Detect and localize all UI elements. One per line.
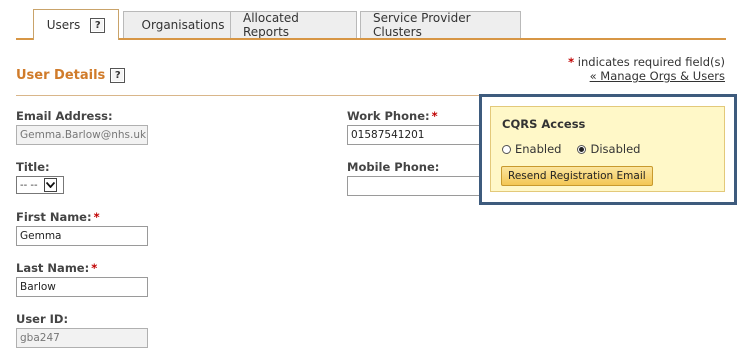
last-name-field[interactable]: Barlow [16,277,148,297]
title-select[interactable]: -- -- [16,176,64,194]
user-id-label-text: User ID: [16,312,69,326]
email-label: Email Address: [16,109,113,123]
required-star: * [93,210,100,224]
disabled-radio-label[interactable]: Disabled [590,142,640,156]
cqrs-highlight-box: CQRS Access Enabled Disabled Resend Regi… [479,94,737,205]
section-title-text: User Details [16,68,106,83]
tab-service-provider-clusters[interactable]: Service Provider Clusters [360,11,521,39]
enabled-radio-label[interactable]: Enabled [515,142,561,156]
tab-allocated-reports[interactable]: Allocated Reports [230,11,357,39]
mobile-phone-field[interactable] [347,176,481,196]
mobile-phone-label-text: Mobile Phone: [347,160,440,174]
enabled-radio[interactable] [502,144,511,154]
first-name-label-text: First Name: [16,210,92,224]
required-note: * indicates required field(s) « Manage O… [568,55,725,83]
cqrs-access-title: CQRS Access [502,117,586,131]
tab-allocated-reports-label: Allocated Reports [243,11,299,39]
last-name-label: Last Name: * [16,261,97,275]
tab-organisations[interactable]: Organisations [123,11,243,38]
tab-users[interactable]: Users ? [33,9,119,40]
tab-service-provider-clusters-label: Service Provider Clusters [373,11,471,39]
work-phone-label-text: Work Phone: [347,109,430,123]
help-icon[interactable]: ? [110,68,126,83]
title-select-value: -- -- [20,179,38,191]
title-label: Title: [16,160,50,174]
required-star: * [91,261,98,275]
last-name-label-text: Last Name: [16,261,90,275]
email-label-text: Email Address: [16,109,113,123]
mobile-phone-label: Mobile Phone: [347,160,439,174]
tab-users-label: Users [46,18,81,32]
disabled-radio[interactable] [577,144,587,154]
required-star: * [431,109,438,123]
section-title: User Details ? [16,68,126,83]
first-name-field[interactable]: Gemma [16,226,148,246]
cqrs-access-options: Enabled Disabled [502,142,640,156]
cqrs-access-panel: CQRS Access Enabled Disabled Resend Regi… [490,106,725,192]
work-phone-field[interactable]: 01587541201 [347,125,481,145]
tab-bar: Users ? Organisations Allocated Reports … [16,8,726,40]
help-icon[interactable]: ? [90,17,106,33]
title-label-text: Title: [16,160,50,174]
user-id-label: User ID: [16,312,68,326]
first-name-label: First Name: * [16,210,100,224]
email-field[interactable]: Gemma.Barlow@nhs.uk [16,125,148,145]
work-phone-label: Work Phone: * [347,109,438,123]
resend-registration-email-button[interactable]: Resend Registration Email [501,166,653,186]
tab-organisations-label: Organisations [141,18,225,32]
manage-orgs-users-link[interactable]: « Manage Orgs & Users [590,69,725,83]
tab-underline [16,38,726,40]
user-id-field[interactable]: gba247 [16,328,148,348]
chevron-down-icon[interactable] [44,178,57,192]
required-star: * [568,55,575,69]
required-note-text: indicates required field(s) [577,55,725,69]
